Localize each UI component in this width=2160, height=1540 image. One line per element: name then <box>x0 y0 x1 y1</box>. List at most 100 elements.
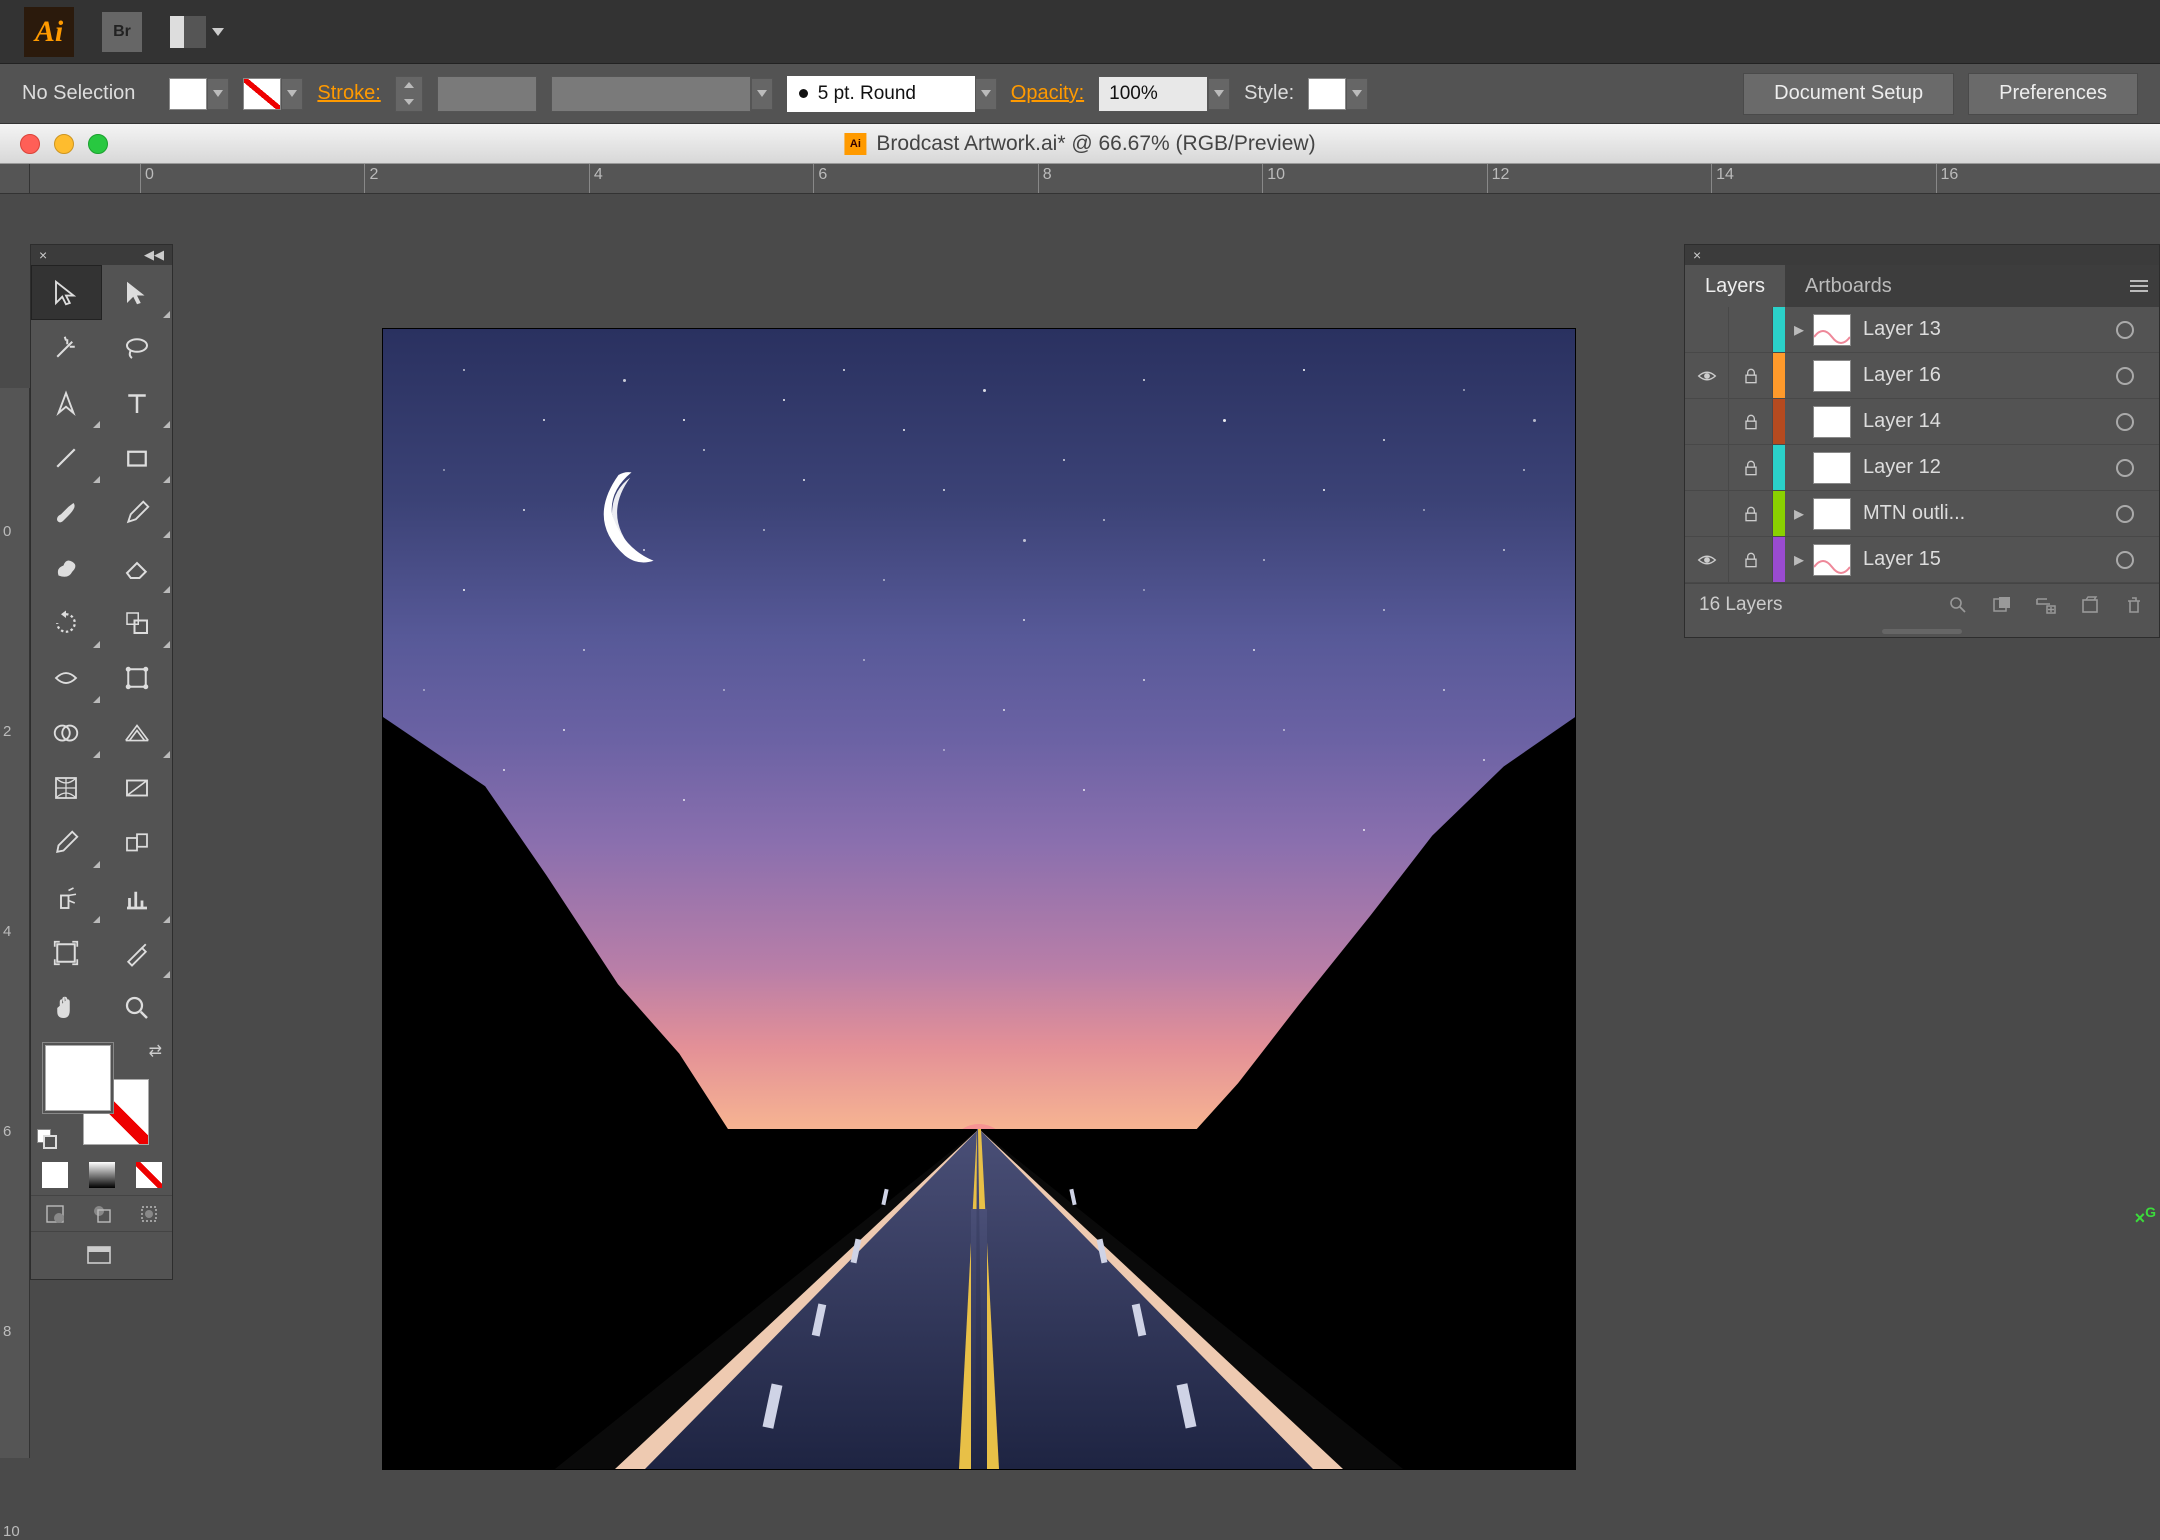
tools-panel-header[interactable]: × ◀◀ <box>31 245 172 265</box>
opacity-dropdown[interactable] <box>1208 78 1230 110</box>
brush-dropdown[interactable] <box>975 78 997 110</box>
close-icon[interactable]: × <box>39 247 47 263</box>
layer-row[interactable]: ▸MTN outli... <box>1685 491 2159 537</box>
layer-thumbnail[interactable] <box>1813 498 1851 530</box>
new-sublayer-icon[interactable] <box>2035 594 2057 616</box>
slice-tool[interactable] <box>102 925 173 980</box>
lock-toggle[interactable] <box>1729 537 1773 582</box>
target-icon[interactable] <box>2105 413 2145 431</box>
layer-name[interactable]: Layer 15 <box>1863 548 2105 571</box>
layer-row[interactable]: ▸ Layer 15 <box>1685 537 2159 583</box>
close-icon[interactable]: × <box>1693 247 1701 263</box>
free-transform-tool[interactable] <box>102 650 173 705</box>
draw-inside-icon[interactable] <box>125 1196 172 1231</box>
blob-brush-tool[interactable] <box>31 540 102 595</box>
layer-thumbnail[interactable] <box>1813 544 1851 576</box>
gradient-tool[interactable] <box>102 760 173 815</box>
panel-resize-grip[interactable] <box>1685 625 2159 637</box>
magic-wand-tool[interactable] <box>31 320 102 375</box>
fill-swatch[interactable] <box>169 78 207 110</box>
lasso-tool[interactable] <box>102 320 173 375</box>
target-icon[interactable] <box>2105 505 2145 523</box>
lock-toggle[interactable] <box>1729 491 1773 536</box>
locate-object-icon[interactable] <box>1947 594 1969 616</box>
graphic-style-dropdown[interactable] <box>1346 78 1368 110</box>
artboard[interactable] <box>383 329 1575 1469</box>
fill-color-icon[interactable] <box>45 1045 111 1111</box>
expand-toggle[interactable]: ▸ <box>1785 317 1813 342</box>
tab-layers[interactable]: Layers <box>1685 265 1785 307</box>
paintbrush-tool[interactable] <box>31 485 102 540</box>
visibility-toggle[interactable] <box>1685 399 1729 444</box>
layer-thumbnail[interactable] <box>1813 406 1851 438</box>
layer-name[interactable]: Layer 12 <box>1863 456 2105 479</box>
lock-toggle[interactable] <box>1729 445 1773 490</box>
line-segment-tool[interactable] <box>31 430 102 485</box>
fill-stroke-control[interactable]: ⇄ <box>31 1035 172 1155</box>
expand-toggle[interactable]: ▸ <box>1785 547 1813 572</box>
screen-mode-button[interactable] <box>31 1231 172 1279</box>
vertical-ruler[interactable]: 0246810 <box>0 388 30 1458</box>
blend-tool[interactable] <box>102 815 173 870</box>
artboard-tool[interactable] <box>31 925 102 980</box>
draw-normal-icon[interactable] <box>31 1196 78 1231</box>
expand-toggle[interactable]: ▸ <box>1785 501 1813 526</box>
layer-thumbnail[interactable] <box>1813 452 1851 484</box>
shape-builder-tool[interactable] <box>31 705 102 760</box>
bridge-icon[interactable]: Br <box>102 12 142 52</box>
lock-toggle[interactable] <box>1729 307 1773 352</box>
layer-row[interactable]: ▸ Layer 13 <box>1685 307 2159 353</box>
target-icon[interactable] <box>2105 321 2145 339</box>
horizontal-ruler[interactable]: 0246810121416 <box>0 164 2160 194</box>
close-window-button[interactable] <box>20 134 40 154</box>
variable-width-profile[interactable] <box>551 76 751 112</box>
preferences-button[interactable]: Preferences <box>1968 73 2138 115</box>
eyedropper-tool[interactable] <box>31 815 102 870</box>
color-mode-none[interactable] <box>136 1162 162 1188</box>
arrange-documents-dropdown[interactable] <box>170 16 224 48</box>
target-icon[interactable] <box>2105 367 2145 385</box>
width-tool[interactable] <box>31 650 102 705</box>
pencil-tool[interactable] <box>102 485 173 540</box>
opacity-link[interactable]: Opacity: <box>1011 82 1084 105</box>
zoom-window-button[interactable] <box>88 134 108 154</box>
layer-name[interactable]: Layer 13 <box>1863 318 2105 341</box>
tab-artboards[interactable]: Artboards <box>1785 265 1912 307</box>
swap-fill-stroke-icon[interactable]: ⇄ <box>149 1041 162 1061</box>
eraser-tool[interactable] <box>102 540 173 595</box>
perspective-grid-tool[interactable] <box>102 705 173 760</box>
stroke-link[interactable]: Stroke: <box>317 82 380 105</box>
layers-panel-header[interactable]: × <box>1685 245 2159 265</box>
visibility-toggle[interactable] <box>1685 491 1729 536</box>
rotate-tool[interactable] <box>31 595 102 650</box>
zoom-tool[interactable] <box>102 980 173 1035</box>
target-icon[interactable] <box>2105 459 2145 477</box>
stroke-weight-spinner[interactable] <box>395 76 423 112</box>
layer-name[interactable]: Layer 16 <box>1863 364 2105 387</box>
color-mode-gradient[interactable] <box>89 1162 115 1188</box>
opacity-field[interactable]: 100% <box>1098 76 1208 112</box>
mesh-tool[interactable] <box>31 760 102 815</box>
layer-name[interactable]: Layer 14 <box>1863 410 2105 433</box>
layer-row[interactable]: Layer 14 <box>1685 399 2159 445</box>
layer-row[interactable]: Layer 12 <box>1685 445 2159 491</box>
lock-toggle[interactable] <box>1729 399 1773 444</box>
lock-toggle[interactable] <box>1729 353 1773 398</box>
new-layer-icon[interactable] <box>2079 594 2101 616</box>
symbol-sprayer-tool[interactable] <box>31 870 102 925</box>
collapse-icon[interactable]: ◀◀ <box>144 247 164 263</box>
type-tool[interactable] <box>102 375 173 430</box>
selection-tool[interactable] <box>31 265 102 320</box>
visibility-toggle[interactable] <box>1685 537 1729 582</box>
visibility-toggle[interactable] <box>1685 307 1729 352</box>
stroke-dropdown[interactable] <box>281 78 303 110</box>
target-icon[interactable] <box>2105 551 2145 569</box>
ruler-origin[interactable] <box>0 164 30 194</box>
draw-behind-icon[interactable] <box>78 1196 125 1231</box>
document-setup-button[interactable]: Document Setup <box>1743 73 1954 115</box>
color-mode-solid[interactable] <box>42 1162 68 1188</box>
delete-layer-icon[interactable] <box>2123 594 2145 616</box>
scale-tool[interactable] <box>102 595 173 650</box>
direct-selection-tool[interactable] <box>102 265 173 320</box>
panel-menu-icon[interactable] <box>2119 265 2159 307</box>
